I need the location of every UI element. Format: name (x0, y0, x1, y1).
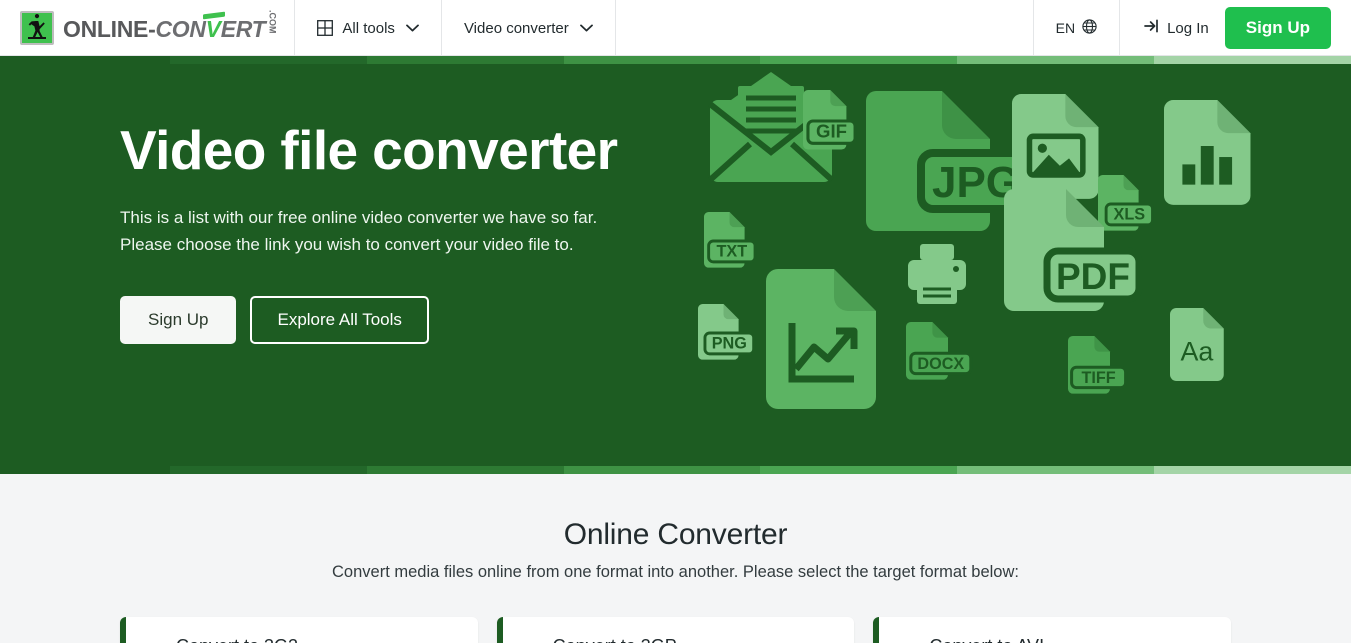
top-header: ONLINE- CON V ERT .COM All tools Video conve… (0, 0, 1351, 56)
svg-text:XLS: XLS (1114, 206, 1146, 224)
printer-icon (908, 244, 966, 304)
logo-text-con: CON (155, 15, 206, 42)
stripe-segment (1154, 466, 1351, 474)
nav-item-all-tools[interactable]: All tools (295, 0, 442, 56)
format-card[interactable]: Convert to 3GP › (496, 617, 855, 643)
tiff-file-icon: TIFF (1068, 336, 1128, 394)
txt-file-icon: TXT (704, 212, 757, 268)
language-selector[interactable]: EN (1032, 0, 1121, 56)
hero-illustration: GIF TXT JPG XLS PDF PNG DOCX TIFF Aa (676, 64, 1296, 466)
xls-file-icon: XLS (1098, 175, 1154, 231)
format-card-label: Convert to 3G2 (176, 636, 298, 643)
gif-file-icon: GIF (803, 90, 857, 150)
auth-area: Log In Sign Up (1120, 0, 1351, 56)
nav-item-all-tools-label: All tools (342, 19, 395, 37)
login-label: Log In (1167, 19, 1209, 37)
signup-button[interactable]: Sign Up (1224, 7, 1331, 49)
language-label: EN (1055, 20, 1076, 36)
hero-content: Video file converter This is a list with… (0, 64, 620, 344)
hero-buttons: Sign Up Explore All Tools (120, 295, 620, 344)
svg-text:GIF: GIF (816, 121, 847, 142)
chevron-right-icon: › (827, 636, 833, 643)
stripe-segment (0, 56, 170, 64)
stripe-band-top (0, 56, 1351, 64)
running-man-logo-icon (20, 11, 54, 45)
grid-icon (317, 20, 334, 36)
chevron-down-icon (406, 24, 419, 32)
chevron-right-icon: › (450, 636, 456, 643)
format-card-list: Convert to 3G2›Convert to 3GP›Convert to… (0, 582, 1351, 643)
stripe-segment (1154, 56, 1351, 64)
hero-section: GIF TXT JPG XLS PDF PNG DOCX TIFF Aa Vid… (0, 64, 1351, 466)
svg-text:DOCX: DOCX (917, 355, 964, 373)
stripe-segment (957, 466, 1155, 474)
svg-text:Aa: Aa (1180, 336, 1213, 366)
stripe-band-bottom (0, 466, 1351, 474)
stripe-segment (563, 466, 761, 474)
format-card-label: Convert to AVI (929, 636, 1044, 643)
svg-text:TIFF: TIFF (1082, 369, 1116, 387)
hero-signup-button[interactable]: Sign Up (120, 295, 237, 344)
chevron-right-icon: › (1203, 636, 1209, 643)
stripe-segment (170, 466, 367, 474)
format-card-label: Convert to 3GP (553, 636, 677, 643)
font-file-icon: Aa (1170, 308, 1224, 381)
page-subtitle: Convert media files online from one form… (332, 563, 1019, 581)
logo-wordmark: ONLINE- CON V ERT .COM (63, 10, 278, 43)
stripe-segment (957, 56, 1155, 64)
svg-text:PNG: PNG (712, 335, 747, 353)
hero-paragraph-line2: Please choose the link you wish to conve… (120, 235, 574, 255)
logo-text-dotcom: .COM (267, 10, 278, 34)
hero-explore-tools-button[interactable]: Explore All Tools (250, 295, 429, 344)
login-button[interactable]: Log In (1144, 19, 1209, 37)
main-content: Online Converter Convert media files onl… (0, 474, 1351, 643)
svg-text:PDF: PDF (1056, 256, 1130, 297)
graph-document-icon (766, 269, 876, 409)
hero-paragraph-line1: This is a list with our free online vide… (120, 207, 598, 227)
docx-file-icon: DOCX (906, 322, 973, 380)
format-card[interactable]: Convert to 3G2 › (120, 617, 478, 643)
stripe-segment (366, 466, 564, 474)
logo-text-online: ONLINE- (63, 15, 156, 42)
chart-file-icon (1164, 100, 1251, 205)
stripe-segment (563, 56, 761, 64)
globe-icon (1082, 19, 1097, 37)
logo-text-ert: ERT (220, 15, 266, 42)
stripe-segment (760, 56, 958, 64)
nav-item-video-converter[interactable]: Video converter (442, 0, 616, 56)
stripe-segment (366, 56, 564, 64)
image-file-icon (1012, 94, 1099, 199)
site-logo[interactable]: ONLINE- CON V ERT .COM (0, 0, 296, 56)
nav-item-video-converter-label: Video converter (463, 19, 569, 37)
format-card[interactable]: Convert to AVI › (873, 617, 1232, 643)
chevron-down-icon (579, 24, 593, 32)
logo-text-v: V (205, 15, 221, 42)
svg-text:TXT: TXT (717, 243, 748, 261)
page-title: Online Converter (563, 518, 788, 551)
login-arrow-icon (1144, 19, 1160, 37)
stripe-segment (170, 56, 367, 64)
stripe-segment (760, 466, 958, 474)
stripe-segment (0, 466, 170, 474)
png-file-icon: PNG (698, 304, 756, 360)
hero-paragraph: This is a list with our free online vide… (120, 204, 620, 259)
header-spacer (616, 0, 1033, 55)
hero-title: Video file converter (120, 119, 618, 181)
